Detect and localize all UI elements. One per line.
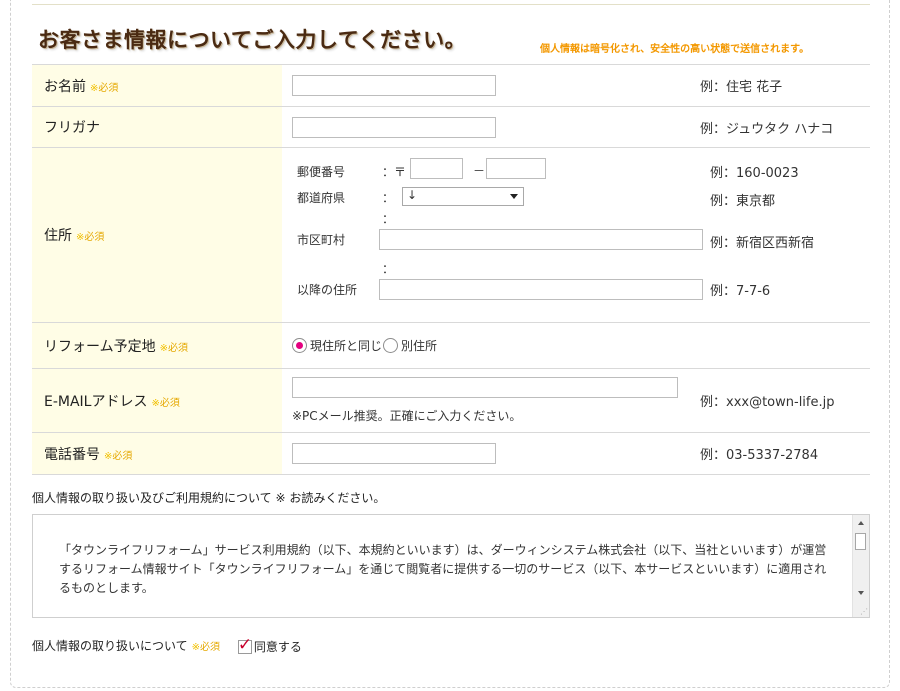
city-example: 例：新宿区西新宿 <box>710 236 815 251</box>
zip-row: 郵便番号 ：〒 － <box>292 158 700 186</box>
row-kana: フリガナ 例：ジュウタク ハナコ <box>32 106 870 148</box>
radio-same-address[interactable] <box>292 338 307 353</box>
zip-prefix: ：〒 <box>382 165 407 179</box>
terms-title: 個人情報の取り扱い及びご利用規約について ※ お読みください。 <box>32 491 386 505</box>
row-email: E-MAILアドレス ※必須 ※PCメール推奨。正確にご入力ください。 例：xxx… <box>32 368 870 433</box>
radio-same-address-label: 現住所と同じ <box>310 339 383 353</box>
rest-label: 以降の住所 <box>297 283 358 297</box>
required-badge: ※必須 <box>90 82 119 94</box>
required-badge: ※必須 <box>104 450 133 462</box>
encryption-notice: 個人情報は暗号化され、安全性の高い状態で送信されます。 <box>540 44 810 55</box>
checkmark-icon: ✓ <box>237 634 253 655</box>
top-divider <box>32 4 870 5</box>
kana-label: フリガナ <box>44 120 100 136</box>
address-examples: 例：160-0023 例：東京都 例：新宿区西新宿 例：7-7-6 <box>700 147 870 323</box>
email-label-cell: E-MAILアドレス ※必須 <box>32 368 282 433</box>
email-note: ※PCメール推奨。正確にご入力ください。 <box>292 409 522 423</box>
address-field-cell: 郵便番号 ：〒 － 都道府県 ： ↓ ： 市区町村 ： 以降の住所 <box>282 147 703 323</box>
required-badge: ※必須 <box>191 642 221 653</box>
zip-example: 例：160-0023 <box>710 166 799 181</box>
email-input[interactable] <box>292 377 678 398</box>
reform-label: リフォーム予定地 <box>44 338 156 355</box>
prefecture-select[interactable]: ↓ <box>402 187 524 206</box>
scroll-up-icon[interactable] <box>858 521 864 525</box>
address-label: 住所 <box>44 228 72 244</box>
prefecture-selected: ↓ <box>407 188 418 202</box>
reform-field-cell: 現住所と同じ 別住所 <box>282 322 870 369</box>
phone-input[interactable] <box>292 443 496 464</box>
terms-body: 「タウンライフリフォーム」サービス利用規約（以下、本規約といいます）は、ダーウィ… <box>59 543 827 595</box>
zip-dash: － <box>473 164 486 178</box>
agree-checkbox[interactable]: ✓ <box>237 635 252 655</box>
name-field-cell <box>282 64 700 107</box>
agreement-label: 個人情報の取り扱いについて <box>32 639 188 653</box>
email-field-cell: ※PCメール推奨。正確にご入力ください。 <box>282 368 700 433</box>
scroll-thumb[interactable] <box>855 533 866 550</box>
name-example: 例：住宅 花子 <box>700 64 870 107</box>
rest-colon: ： <box>382 262 395 276</box>
customer-info-table: お名前 ※必須 例：住宅 花子 フリガナ 例：ジュウタク ハナコ 住所 ※必須 郵便… <box>32 64 870 475</box>
phone-example: 例：03-5337-2784 <box>700 432 870 475</box>
rest-address-input[interactable] <box>379 279 703 300</box>
pref-colon: ： <box>382 191 395 205</box>
terms-scrollbar[interactable] <box>852 515 869 617</box>
kana-example: 例：ジュウタク ハナコ <box>700 106 870 148</box>
city-input[interactable] <box>379 229 703 250</box>
zip-input-second[interactable] <box>486 158 546 179</box>
resize-grip-icon[interactable]: ⋰ <box>860 608 868 616</box>
reform-label-cell: リフォーム予定地 ※必須 <box>32 322 282 369</box>
pref-example: 例：東京都 <box>710 194 776 209</box>
row-phone: 電話番号 ※必須 例：03-5337-2784 <box>32 432 870 475</box>
section-title: お客さま情報についてご入力してください。 <box>38 28 467 52</box>
rest-row: ： 以降の住所 <box>292 260 703 310</box>
kana-field-cell <box>282 106 700 148</box>
agree-checkbox-label[interactable]: 同意する <box>254 640 302 654</box>
radio-other-address-label: 別住所 <box>401 339 438 353</box>
pref-label: 都道府県 <box>297 191 346 205</box>
phone-field-cell <box>282 432 700 475</box>
zip-label: 郵便番号 <box>297 165 346 179</box>
city-row: ： 市区町村 <box>292 208 703 260</box>
zip-input-first[interactable] <box>410 158 463 179</box>
name-input[interactable] <box>292 75 496 96</box>
phone-label-cell: 電話番号 ※必須 <box>32 432 282 475</box>
required-badge: ※必須 <box>151 397 180 409</box>
phone-label: 電話番号 <box>44 446 100 463</box>
row-name: お名前 ※必須 例：住宅 花子 <box>32 64 870 107</box>
pref-row: 都道府県 ： ↓ <box>292 186 700 208</box>
email-label: E-MAILアドレス <box>44 393 148 410</box>
required-badge: ※必須 <box>159 342 188 354</box>
kana-input[interactable] <box>292 116 496 138</box>
email-example: 例：xxx@town-life.jp <box>700 368 870 433</box>
required-badge: ※必須 <box>76 232 105 243</box>
rest-example: 例：7-7-6 <box>710 284 771 299</box>
city-label: 市区町村 <box>297 233 346 247</box>
terms-textarea[interactable]: 「タウンライフリフォーム」サービス利用規約（以下、本規約といいます）は、ダーウィ… <box>32 514 870 618</box>
address-label-cell: 住所 ※必須 <box>32 147 282 323</box>
radio-other-address[interactable] <box>383 338 399 353</box>
row-reform-location: リフォーム予定地 ※必須 現住所と同じ 別住所 <box>32 322 870 369</box>
chevron-down-icon <box>510 194 518 199</box>
scroll-down-icon[interactable] <box>858 591 864 595</box>
name-label-cell: お名前 ※必須 <box>32 64 282 107</box>
row-address: 住所 ※必須 郵便番号 ：〒 － 都道府県 ： ↓ ： 市区町村 ： 以降の住所… <box>32 147 870 323</box>
name-label: お名前 <box>44 78 86 95</box>
city-colon: ： <box>382 212 395 226</box>
agreement-row: 個人情報の取り扱いについて ※必須 ✓ 同意する <box>32 635 302 655</box>
kana-label-cell: フリガナ <box>32 106 282 148</box>
